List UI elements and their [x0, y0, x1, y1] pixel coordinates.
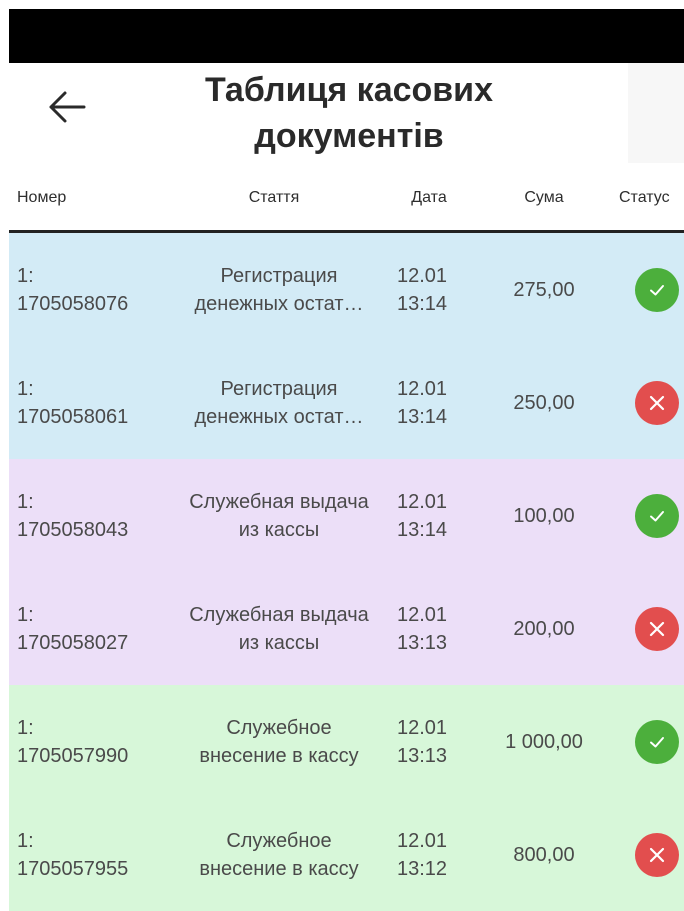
check-icon: [635, 493, 679, 538]
cell-date: 12.01 13:14: [397, 264, 448, 315]
cell-number: 1: 1705057955: [17, 829, 129, 880]
cell-article: Служебное внесение в кассу: [199, 716, 359, 767]
check-icon: [635, 267, 679, 312]
column-header-date[interactable]: Дата: [389, 163, 469, 233]
column-header-number[interactable]: Номер: [17, 163, 66, 233]
cell-sum: 800,00: [513, 843, 575, 866]
back-button[interactable]: [39, 81, 95, 137]
cell-date: 12.01 13:14: [397, 377, 448, 428]
documents-table-body: 1: 1705058076 Регистрация денежных остат…: [9, 233, 684, 911]
cell-sum: 1 000,00: [505, 730, 583, 753]
cross-icon: [635, 606, 679, 651]
cell-number: 1: 1705058061: [17, 377, 129, 428]
cell-status: [631, 459, 683, 572]
cell-article: Служебная выдача из кассы: [189, 603, 369, 654]
cell-status: [631, 685, 683, 798]
cell-sum: 275,00: [513, 278, 575, 301]
cross-icon: [635, 832, 679, 877]
page-title: Таблиця касових документів: [205, 71, 493, 155]
table-row[interactable]: 1: 1705057955 Служебное внесение в кассу…: [9, 798, 684, 911]
cell-sum: 100,00: [513, 504, 575, 527]
table-row[interactable]: 1: 1705058061 Регистрация денежных остат…: [9, 346, 684, 459]
cross-icon: [635, 380, 679, 425]
table-row[interactable]: 1: 1705058076 Регистрация денежных остат…: [9, 233, 684, 346]
cell-article: Служебное внесение в кассу: [199, 829, 359, 880]
cell-number: 1: 1705058043: [17, 490, 129, 541]
table-row[interactable]: 1: 1705057990 Служебное внесение в кассу…: [9, 685, 684, 798]
cell-date: 12.01 13:12: [397, 829, 448, 880]
cell-status: [631, 798, 683, 911]
table-header: Номер Стаття Дата Сума Статус: [9, 163, 684, 233]
cell-status: [631, 233, 683, 346]
cell-date: 12.01 13:13: [397, 716, 448, 767]
cell-article: Служебная выдача из кассы: [189, 490, 369, 541]
cell-number: 1: 1705058027: [17, 603, 129, 654]
cell-sum: 250,00: [513, 391, 575, 414]
column-header-sum[interactable]: Сума: [489, 163, 599, 233]
column-header-status[interactable]: Статус: [619, 163, 670, 233]
cell-number: 1: 1705057990: [17, 716, 129, 767]
column-header-article[interactable]: Стаття: [174, 163, 374, 233]
header-side-panel: [628, 63, 684, 163]
cell-number: 1: 1705058076: [17, 264, 129, 315]
table-row[interactable]: 1: 1705058027 Служебная выдача из кассы …: [9, 572, 684, 685]
cell-sum: 200,00: [513, 617, 575, 640]
cell-date: 12.01 13:13: [397, 603, 448, 654]
arrow-left-icon: [47, 90, 87, 129]
cell-status: [631, 346, 683, 459]
cell-status: [631, 572, 683, 685]
check-icon: [635, 719, 679, 764]
status-bar: [9, 9, 684, 63]
cell-date: 12.01 13:14: [397, 490, 448, 541]
app-header: Таблиця касових документів: [9, 63, 684, 163]
cell-article: Регистрация денежных остат…: [194, 264, 364, 315]
table-row[interactable]: 1: 1705058043 Служебная выдача из кассы …: [9, 459, 684, 572]
cell-article: Регистрация денежных остат…: [194, 377, 364, 428]
